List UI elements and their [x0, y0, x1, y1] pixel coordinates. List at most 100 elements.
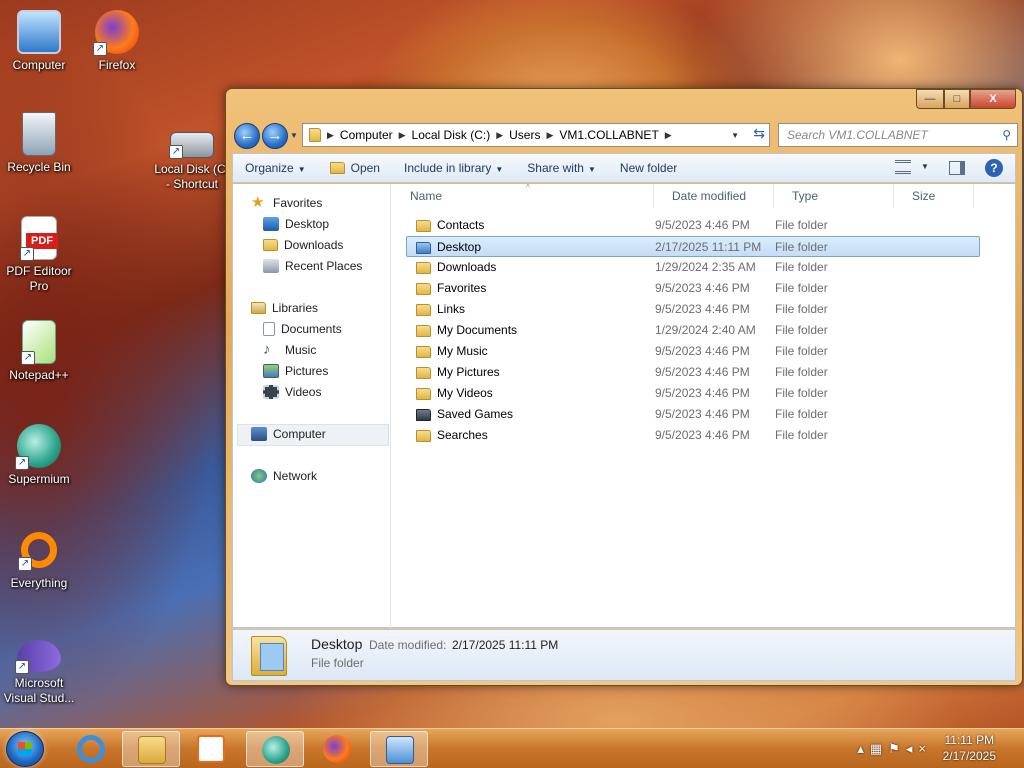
- taskbar-firefox[interactable]: [308, 731, 366, 767]
- column-header-name[interactable]: Name ^: [392, 183, 654, 208]
- column-header-date-modified[interactable]: Date modified: [654, 184, 774, 208]
- windows-logo-icon: [18, 742, 32, 756]
- open-button[interactable]: Open: [318, 161, 392, 175]
- back-button[interactable]: ←: [234, 123, 260, 149]
- table-row[interactable]: My Documents 1/29/2024 2:40 AM File fold…: [406, 320, 980, 341]
- table-row[interactable]: Contacts 9/5/2023 4:46 PM File folder: [406, 215, 980, 236]
- desktop-icon-pdf-editor[interactable]: PDF ↗ PDF Editoor Pro: [0, 216, 78, 294]
- navigation-pane: ★ Favorites Desktop Downloads Recent Pla…: [233, 184, 391, 628]
- desktop-icon-everything[interactable]: ↗ Everything: [0, 528, 78, 591]
- volume-muted-icon[interactable]: ◂×: [906, 741, 932, 756]
- content-area: ★ Favorites Desktop Downloads Recent Pla…: [232, 183, 1016, 628]
- table-row-selected[interactable]: Desktop 2/17/2025 11:11 PM File folder: [406, 236, 980, 257]
- recent-pages-dropdown[interactable]: ▼: [290, 131, 298, 140]
- nav-item-recent-places[interactable]: Recent Places: [263, 256, 362, 276]
- organize-button[interactable]: Organize ▼: [233, 161, 318, 175]
- file-name: Desktop: [437, 240, 482, 254]
- chevron-down-icon: ▼: [297, 165, 306, 174]
- taskbar-supermium[interactable]: [246, 731, 304, 767]
- file-date: 9/5/2023 4:46 PM: [655, 365, 750, 379]
- downloads-folder-icon: [263, 239, 278, 251]
- nav-item-network[interactable]: Network: [251, 466, 317, 486]
- breadcrumb-separator-icon[interactable]: ▶: [327, 130, 334, 141]
- breadcrumb-separator-icon[interactable]: ▶: [496, 130, 503, 141]
- file-type: File folder: [775, 260, 828, 274]
- taskbar-internet-explorer[interactable]: [62, 731, 120, 767]
- network-tray-icon[interactable]: ▦: [870, 741, 888, 756]
- show-hidden-icons-icon[interactable]: ▴: [857, 741, 870, 756]
- taskbar-media-player[interactable]: [182, 731, 240, 767]
- file-date: 1/29/2024 2:35 AM: [655, 260, 756, 274]
- nav-item-favorites[interactable]: ★ Favorites: [251, 193, 322, 213]
- chevron-down-icon[interactable]: ▼: [921, 162, 929, 171]
- computer-icon: [17, 10, 61, 54]
- music-folder-icon: [416, 345, 431, 358]
- nav-item-videos[interactable]: Videos: [263, 382, 321, 402]
- nav-item-documents[interactable]: Documents: [263, 319, 342, 339]
- nav-item-pictures[interactable]: Pictures: [263, 361, 328, 381]
- remote-desktop-icon: [386, 736, 414, 764]
- table-row[interactable]: Favorites 9/5/2023 4:46 PM File folder: [406, 278, 980, 299]
- close-button[interactable]: X: [970, 89, 1016, 109]
- help-icon[interactable]: ?: [985, 159, 1003, 177]
- desktop-icon-local-disk-shortcut[interactable]: ↗ Local Disk (C) - Shortcut: [152, 126, 232, 192]
- desktop-icon-label: Microsoft Visual Stud...: [3, 676, 75, 705]
- action-center-flag-icon[interactable]: ⚑: [888, 741, 906, 756]
- table-row[interactable]: My Videos 9/5/2023 4:46 PM File folder: [406, 383, 980, 404]
- nav-item-label: Documents: [281, 322, 342, 336]
- file-name: My Documents: [437, 323, 518, 337]
- column-header-type[interactable]: Type: [774, 184, 894, 208]
- table-row[interactable]: My Music 9/5/2023 4:46 PM File folder: [406, 341, 980, 362]
- refresh-icon[interactable]: ⇆: [753, 125, 765, 142]
- taskbar-windows-explorer[interactable]: [122, 731, 180, 767]
- include-in-library-button[interactable]: Include in library ▼: [392, 161, 515, 175]
- column-header-label: Type: [792, 189, 819, 203]
- breadcrumb-vm1-collabnet[interactable]: VM1.COLLABNET: [559, 128, 658, 142]
- column-header-size[interactable]: Size: [894, 184, 974, 208]
- address-bar[interactable]: ▶ Computer ▶ Local Disk (C:) ▶ Users ▶ V…: [302, 123, 770, 147]
- desktop-icon-recycle-bin[interactable]: Recycle Bin: [0, 112, 78, 175]
- nav-item-music[interactable]: ♪ Music: [263, 340, 316, 360]
- desktop-icon-label: Everything: [10, 576, 68, 590]
- breadcrumb-users[interactable]: Users: [509, 128, 540, 142]
- shortcut-arrow-icon: ↗: [15, 456, 29, 470]
- nav-item-desktop[interactable]: Desktop: [263, 214, 329, 234]
- table-row[interactable]: Saved Games 9/5/2023 4:46 PM File folder: [406, 404, 980, 425]
- search-icon[interactable]: ⚲: [1002, 124, 1011, 146]
- address-dropdown-icon[interactable]: ▼: [731, 131, 739, 140]
- breadcrumb-separator-icon[interactable]: ▶: [399, 130, 406, 141]
- recycle-bin-icon: [22, 112, 56, 156]
- nav-item-computer[interactable]: Computer: [251, 424, 326, 444]
- search-input[interactable]: Search VM1.COLLABNET ⚲: [778, 123, 1018, 147]
- breadcrumb-local-disk[interactable]: Local Disk (C:): [412, 128, 491, 142]
- shortcut-arrow-icon: ↗: [93, 42, 107, 56]
- table-row[interactable]: Searches 9/5/2023 4:46 PM File folder: [406, 425, 980, 446]
- links-folder-icon: [416, 303, 431, 316]
- table-row[interactable]: Links 9/5/2023 4:46 PM File folder: [406, 299, 980, 320]
- breadcrumb-separator-icon[interactable]: ▶: [665, 130, 672, 141]
- desktop-icon-visual-studio[interactable]: ↗ Microsoft Visual Stud...: [0, 640, 78, 706]
- maximize-button[interactable]: □: [944, 89, 970, 109]
- nav-item-libraries[interactable]: Libraries: [251, 298, 318, 318]
- desktop-icon-computer[interactable]: Computer: [0, 10, 78, 73]
- file-date: 9/5/2023 4:46 PM: [655, 407, 750, 421]
- nav-item-downloads[interactable]: Downloads: [263, 235, 343, 255]
- preview-pane-icon[interactable]: [949, 161, 965, 175]
- breadcrumb-separator-icon[interactable]: ▶: [546, 130, 553, 141]
- open-folder-icon: [329, 162, 345, 174]
- desktop-icon-firefox[interactable]: ↗ Firefox: [78, 10, 156, 73]
- start-button[interactable]: [6, 731, 44, 767]
- desktop-icon-supermium[interactable]: ↗ Supermium: [0, 424, 78, 487]
- table-row[interactable]: My Pictures 9/5/2023 4:46 PM File folder: [406, 362, 980, 383]
- taskbar-remote-desktop[interactable]: [370, 731, 428, 767]
- new-folder-button[interactable]: New folder: [608, 161, 689, 175]
- forward-button[interactable]: →: [262, 123, 288, 149]
- breadcrumb-computer[interactable]: Computer: [340, 128, 393, 142]
- share-with-button[interactable]: Share with ▼: [515, 161, 608, 175]
- desktop-icon-notepad-plus-plus[interactable]: ↗ Notepad++: [0, 320, 78, 383]
- minimize-button[interactable]: —: [916, 89, 944, 109]
- clock[interactable]: 11:11 PM 2/17/2025: [943, 733, 996, 763]
- table-row[interactable]: Downloads 1/29/2024 2:35 AM File folder: [406, 257, 980, 278]
- change-view-icon[interactable]: [895, 160, 911, 174]
- details-date-value: 2/17/2025 11:11 PM: [452, 638, 559, 652]
